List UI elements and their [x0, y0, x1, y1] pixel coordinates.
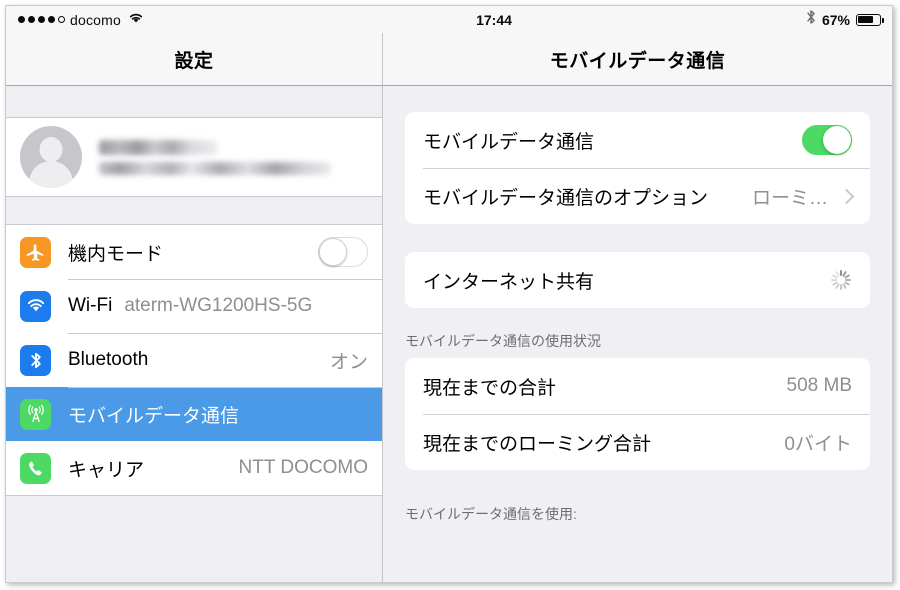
ipad-settings-screen: docomo 17:44 67% 設定 モバイルデータ通信 機内モード Wi-F…: [5, 5, 893, 583]
sidebar-item-apple-id[interactable]: [6, 118, 382, 196]
personal-hotspot-card: インターネット共有: [405, 252, 870, 308]
detail-group-gap: [383, 224, 892, 252]
sidebar-item-label: Wi-Fi: [68, 295, 113, 316]
phone-icon: [20, 452, 51, 484]
cellular-tower-icon: [20, 398, 51, 430]
sidebar-item-label: 機内モード: [68, 243, 164, 265]
apps-section-header: モバイルデータ通信を使用:: [405, 506, 577, 522]
connectivity-block: 機内モード Wi-Fi aterm-WG1200HS-5G Bluetooth …: [6, 224, 382, 496]
detail-top-gap: [383, 86, 892, 112]
sidebar-item-carrier[interactable]: キャリア NTT DOCOMO: [6, 441, 382, 495]
apple-id-text: [99, 139, 331, 175]
cellular-options-label: モバイルデータ通信のオプション: [423, 187, 709, 209]
usage-total-row[interactable]: 現在までの合計 508 MB: [405, 358, 870, 414]
status-bar-clock: 17:44: [476, 11, 512, 28]
cellular-options-value: ローミ…: [751, 187, 828, 209]
spinner-spoke: [840, 284, 842, 290]
apple-id-subtitle-redacted: [99, 161, 331, 175]
toggle-knob: [319, 238, 347, 266]
airplane-mode-toggle[interactable]: [318, 237, 368, 267]
status-bar-right: 67%: [806, 6, 884, 33]
bluetooth-icon: [20, 344, 51, 376]
sidebar-item-airplane-mode[interactable]: 機内モード: [6, 225, 382, 279]
cellular-options-row[interactable]: モバイルデータ通信のオプション ローミ…: [405, 168, 870, 224]
sidebar-item-label: Bluetooth: [68, 349, 149, 370]
activity-spinner-icon: [830, 269, 852, 291]
cellular-toggle-card: モバイルデータ通信 モバイルデータ通信のオプション ローミ…: [405, 112, 870, 224]
usage-roaming-label: 現在までのローミング合計: [423, 433, 652, 455]
sidebar-item-label: キャリア: [68, 459, 145, 481]
wifi-icon: [20, 290, 51, 322]
cellular-data-toggle[interactable]: [802, 125, 852, 155]
sidebar-navigation-bar: 設定: [6, 33, 383, 86]
bluetooth-icon: [806, 9, 816, 30]
avatar: [20, 126, 82, 188]
cellular-data-label: モバイルデータ通信: [423, 131, 595, 153]
detail-title: モバイルデータ通信: [549, 50, 726, 72]
toggle-knob: [823, 126, 851, 154]
usage-total-value: 508 MB: [786, 375, 852, 396]
apple-id-name-redacted: [99, 139, 217, 155]
usage-card: 現在までの合計 508 MB 現在までのローミング合計 0バイト: [405, 358, 870, 470]
sidebar-section-gap: [6, 197, 382, 224]
carrier-value: NTT DOCOMO: [238, 457, 368, 478]
personal-hotspot-label: インターネット共有: [423, 271, 595, 293]
chevron-right-icon: [838, 188, 855, 204]
usage-section-header: モバイルデータ通信の使用状況: [405, 333, 601, 349]
sidebar-top-gap: [6, 86, 382, 117]
detail-navigation-bar: モバイルデータ通信: [383, 33, 892, 86]
usage-roaming-value: 0バイト: [784, 433, 852, 455]
sidebar-item-label: モバイルデータ通信: [68, 405, 240, 427]
sidebar-item-cellular[interactable]: モバイルデータ通信: [6, 387, 382, 441]
status-bar: docomo 17:44 67%: [6, 6, 892, 33]
personal-hotspot-row[interactable]: インターネット共有: [405, 252, 870, 308]
avatar-body-shape: [29, 161, 73, 188]
sidebar-item-wifi[interactable]: Wi-Fi aterm-WG1200HS-5G: [6, 279, 382, 333]
usage-roaming-row[interactable]: 現在までのローミング合計 0バイト: [405, 414, 870, 470]
settings-sidebar[interactable]: 機内モード Wi-Fi aterm-WG1200HS-5G Bluetooth …: [6, 86, 383, 582]
spinner-spoke: [831, 279, 837, 281]
sidebar-title: 設定: [174, 50, 214, 72]
apple-id-block: [6, 117, 382, 197]
battery-icon: [856, 13, 884, 26]
battery-percent: 67%: [821, 11, 850, 28]
usage-total-label: 現在までの合計: [423, 377, 557, 399]
avatar-head-shape: [39, 137, 63, 162]
cellular-data-row[interactable]: モバイルデータ通信: [405, 112, 870, 168]
cellular-detail-pane[interactable]: モバイルデータ通信 モバイルデータ通信のオプション ローミ… インターネット共有…: [383, 86, 892, 582]
bluetooth-state-value: オン: [329, 351, 368, 373]
wifi-network-value: aterm-WG1200HS-5G: [124, 295, 313, 316]
sidebar-item-bluetooth[interactable]: Bluetooth オン: [6, 333, 382, 387]
airplane-icon: [20, 236, 51, 268]
